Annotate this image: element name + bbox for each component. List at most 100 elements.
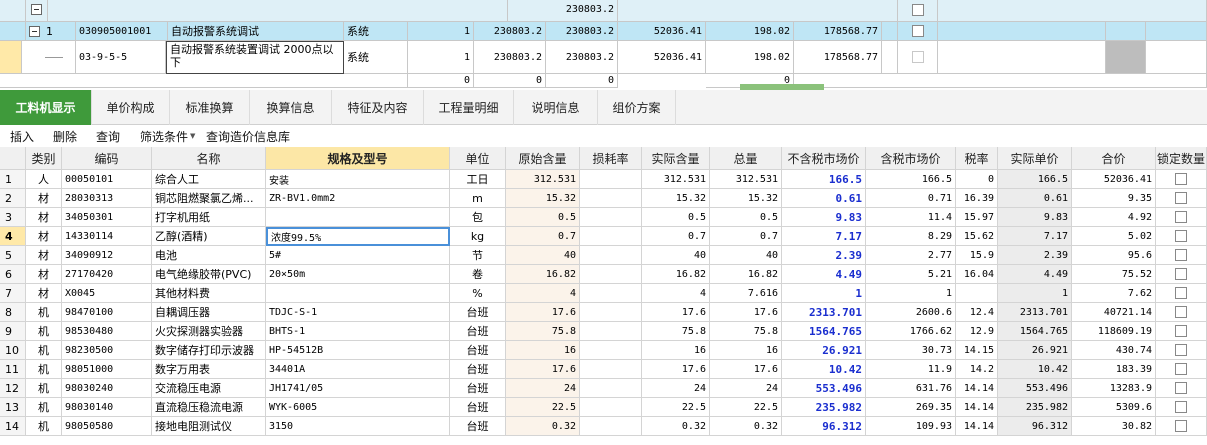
cell-tax-rate[interactable] [956,284,998,303]
cell-unit[interactable]: 卷 [450,265,506,284]
cell-loss-rate[interactable] [580,208,642,227]
cell-actual-qty[interactable]: 24 [642,379,710,398]
cell-market-price[interactable]: 2313.701 [782,303,866,322]
tab-unit-price-composition[interactable]: 单价构成 [92,90,170,125]
cell-tax-rate[interactable]: 15.62 [956,227,998,246]
lock-checkbox[interactable] [1175,325,1187,337]
cell-tax-price[interactable]: 30.73 [866,341,956,360]
filter-dropdown[interactable]: 筛选条件 ▼ [140,125,195,147]
cell-amount[interactable]: 52036.41 [1072,170,1156,189]
cell-unit-price[interactable]: 7.17 [998,227,1072,246]
cell-loss-rate[interactable] [580,284,642,303]
cell-name[interactable]: 数字万用表 [152,360,266,379]
cell-amount[interactable]: 13283.9 [1072,379,1156,398]
cell-unit-price[interactable]: 235.982 [998,398,1072,417]
cell-name[interactable]: 乙醇(酒精) [152,227,266,246]
cell-original-qty[interactable]: 16 [506,341,580,360]
col-header-market-price[interactable]: 不含税市场价 [782,147,866,170]
cell-type[interactable]: 人 [26,170,62,189]
cell-unit-price[interactable]: 1564.765 [998,322,1072,341]
col-header-tax-rate[interactable]: 税率 [956,147,998,170]
cell-market-price[interactable]: 0.61 [782,189,866,208]
cell-amount[interactable]: 75.52 [1072,265,1156,284]
cell-unit-price[interactable]: 2313.701 [998,303,1072,322]
cell-loss-rate[interactable] [580,322,642,341]
cell-unit-price[interactable]: 1 [998,284,1072,303]
cell-amount[interactable]: 7.62 [1072,284,1156,303]
cell-tax-price[interactable]: 0.71 [866,189,956,208]
cell-unit[interactable]: kg [450,227,506,246]
cell-loss-rate[interactable] [580,360,642,379]
col-header-code[interactable]: 编码 [62,147,152,170]
tab-conversion-info[interactable]: 换算信息 [250,90,332,125]
cell-code[interactable]: 28030313 [62,189,152,208]
cell-original-qty[interactable]: 0.32 [506,417,580,436]
tab-resource-display[interactable]: 工料机显示 [0,90,92,125]
cell-type[interactable]: 机 [26,417,62,436]
cell-original-qty[interactable]: 17.6 [506,360,580,379]
cell-type[interactable]: 材 [26,208,62,227]
cell-original-qty[interactable]: 0.5 [506,208,580,227]
cell-amount[interactable]: 4.92 [1072,208,1156,227]
query-price-db-button[interactable]: 查询造价信息库 [206,125,290,147]
tab-features-content[interactable]: 特征及内容 [332,90,424,125]
cell-type[interactable]: 材 [26,189,62,208]
cell-type[interactable]: 材 [26,227,62,246]
cell-unit[interactable]: 台班 [450,303,506,322]
cell-actual-qty[interactable]: 40 [642,246,710,265]
cell-actual-qty[interactable]: 312.531 [642,170,710,189]
cell-code[interactable]: 98050580 [62,417,152,436]
cell-spec[interactable]: 20×50m [266,265,450,284]
sub-item-name-editor[interactable]: 自动报警系统装置调试 2000点以下 [166,41,344,74]
cell-original-qty[interactable]: 40 [506,246,580,265]
item-checkbox[interactable] [911,25,924,37]
cell-tax-price[interactable]: 2600.6 [866,303,956,322]
col-header-amount[interactable]: 合价 [1072,147,1156,170]
cell-loss-rate[interactable] [580,265,642,284]
cell-market-price[interactable]: 1 [782,284,866,303]
cell-unit[interactable]: 台班 [450,341,506,360]
cell-code[interactable]: 14330114 [62,227,152,246]
cell-spec[interactable]: 安装 [266,170,450,189]
cell-unit-price[interactable]: 553.496 [998,379,1072,398]
cell-tax-rate[interactable]: 16.39 [956,189,998,208]
table-row[interactable]: 5 材 34090912 电池 5# 节 40 40 40 2.39 2.77 15.9 2.39 95.… [0,246,1207,265]
cell-total[interactable]: 17.6 [710,360,782,379]
table-row[interactable]: 1 人 00050101 综合人工 安装 工日 312.531 312.531 312.531 1… [0,170,1207,189]
cell-tax-price[interactable]: 269.35 [866,398,956,417]
col-header-actual-qty[interactable]: 实际含量 [642,147,710,170]
cell-original-qty[interactable]: 4 [506,284,580,303]
tab-pricing-scheme[interactable]: 组价方案 [598,90,676,125]
cell-total[interactable]: 0.7 [710,227,782,246]
sub-item-checkbox[interactable] [911,51,924,63]
cell-type[interactable]: 机 [26,360,62,379]
col-header-original-qty[interactable]: 原始含量 [506,147,580,170]
lock-checkbox[interactable] [1175,173,1187,185]
cell-code[interactable]: 98030240 [62,379,152,398]
cell-loss-rate[interactable] [580,398,642,417]
cell-code[interactable]: 27170420 [62,265,152,284]
collapse-icon[interactable] [31,4,42,15]
cell-actual-qty[interactable]: 16 [642,341,710,360]
cell-market-price[interactable]: 553.496 [782,379,866,398]
cell-tax-rate[interactable]: 16.04 [956,265,998,284]
cell-tax-price[interactable]: 2.77 [866,246,956,265]
lock-checkbox[interactable] [1175,268,1187,280]
cell-unit-price[interactable]: 9.83 [998,208,1072,227]
cell-loss-rate[interactable] [580,189,642,208]
cell-unit[interactable]: 工日 [450,170,506,189]
cell-spec[interactable]: JH1741/05 [266,379,450,398]
cell-unit[interactable]: 台班 [450,417,506,436]
query-button[interactable]: 查询 [96,125,120,147]
cell-spec[interactable]: TDJC-S-1 [266,303,450,322]
cell-total[interactable]: 0.32 [710,417,782,436]
cell-tax-rate[interactable]: 14.14 [956,417,998,436]
cell-market-price[interactable]: 9.83 [782,208,866,227]
cell-spec[interactable]: HP-54512B [266,341,450,360]
item-row-selected[interactable]: 1 030905001001 自动报警系统调试 系统 1 230803.2 23… [0,22,1207,41]
cell-original-qty[interactable]: 75.8 [506,322,580,341]
cell-market-price[interactable]: 10.42 [782,360,866,379]
cell-unit-price[interactable]: 10.42 [998,360,1072,379]
cell-spec[interactable]: 3150 [266,417,450,436]
cell-amount[interactable]: 5309.6 [1072,398,1156,417]
